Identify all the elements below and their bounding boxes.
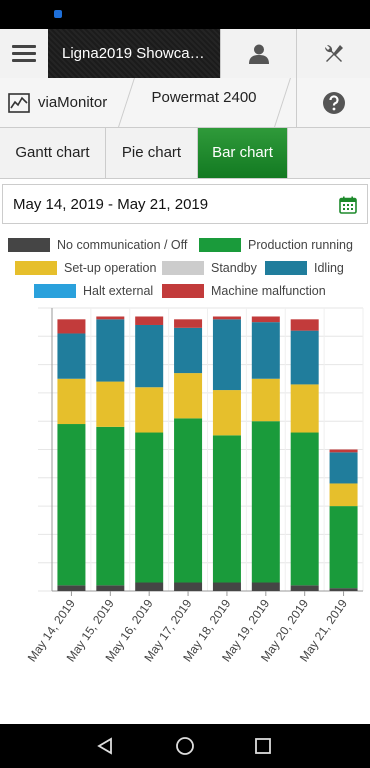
user-icon bbox=[249, 44, 269, 64]
legend-item[interactable]: Set-up operation bbox=[15, 261, 156, 275]
bar-segment bbox=[96, 426, 125, 586]
bar-segment bbox=[251, 322, 280, 379]
legend-swatch bbox=[162, 261, 204, 275]
legend-item[interactable]: Standby bbox=[162, 261, 257, 275]
bar-segment bbox=[212, 435, 241, 583]
legend-swatch bbox=[162, 284, 204, 298]
bar-segment bbox=[212, 319, 241, 391]
chart-tabs: Gantt chart Pie chart Bar chart bbox=[0, 128, 370, 179]
bar-segment bbox=[96, 585, 125, 591]
chart-legend: No communication / Off Production runnin… bbox=[0, 232, 370, 302]
bar-segment bbox=[135, 582, 164, 591]
bar-segment bbox=[212, 390, 241, 436]
bar-segment bbox=[174, 582, 203, 591]
bar-segment bbox=[135, 387, 164, 433]
bar-segment bbox=[290, 585, 319, 591]
legend-label: Standby bbox=[211, 261, 257, 275]
menu-button[interactable] bbox=[0, 29, 48, 78]
monitor-label: viaMonitor bbox=[38, 94, 108, 111]
legend-item[interactable]: Production running bbox=[199, 238, 353, 252]
home-circle-icon bbox=[176, 737, 194, 755]
legend-item[interactable]: No communication / Off bbox=[8, 238, 187, 252]
bar-segment bbox=[290, 330, 319, 385]
recents-square-icon bbox=[255, 738, 271, 754]
app-title: Ligna2019 Showca… bbox=[48, 29, 220, 78]
status-bar bbox=[0, 0, 370, 29]
bar-segment bbox=[174, 319, 203, 328]
help-button[interactable] bbox=[296, 78, 370, 127]
tab-bar-chart[interactable]: Bar chart bbox=[198, 128, 288, 178]
back-triangle-icon bbox=[97, 737, 112, 755]
hamburger-menu-icon bbox=[12, 44, 36, 63]
date-range-picker[interactable]: May 14, 2019 - May 21, 2019 bbox=[2, 184, 368, 224]
tab-pie-chart[interactable]: Pie chart bbox=[106, 128, 198, 178]
bar-segment bbox=[174, 327, 203, 374]
wrench-screwdriver-icon bbox=[324, 44, 343, 62]
help-icon bbox=[323, 91, 345, 114]
bar-segment bbox=[251, 582, 280, 591]
legend-swatch bbox=[199, 238, 241, 252]
bar-segment bbox=[329, 483, 358, 507]
home-button[interactable] bbox=[171, 732, 199, 760]
bar-segment bbox=[57, 319, 86, 334]
bar-segment bbox=[96, 381, 125, 427]
bar-chart: May 14, 2019May 15, 2019May 16, 2019May … bbox=[25, 307, 364, 664]
legend-label: Set-up operation bbox=[64, 261, 157, 275]
bar-segment bbox=[96, 316, 125, 320]
legend-item[interactable]: Halt external bbox=[34, 284, 153, 298]
legend-swatch bbox=[265, 261, 307, 275]
legend-item[interactable]: Idling bbox=[265, 261, 344, 275]
bar-segment bbox=[251, 421, 280, 583]
legend-swatch bbox=[15, 261, 57, 275]
bar-segment bbox=[96, 319, 125, 382]
date-range-value: May 14, 2019 - May 21, 2019 bbox=[13, 196, 209, 213]
recents-button[interactable] bbox=[249, 732, 277, 760]
legend-label: Halt external bbox=[83, 284, 154, 298]
bar-segment bbox=[290, 432, 319, 586]
legend-swatch bbox=[8, 238, 50, 252]
monitor-selector[interactable]: viaMonitor bbox=[0, 78, 120, 127]
bar-segment bbox=[290, 384, 319, 433]
bar-segment bbox=[135, 316, 164, 325]
bar-segment bbox=[251, 378, 280, 422]
bar-segment bbox=[329, 506, 358, 589]
tab-gantt-chart[interactable]: Gantt chart bbox=[0, 128, 106, 178]
bar-segment bbox=[57, 424, 86, 586]
legend-label: Production running bbox=[248, 238, 353, 252]
legend-swatch bbox=[34, 284, 76, 298]
system-nav-bar bbox=[0, 724, 370, 768]
bar-segment bbox=[57, 378, 86, 425]
legend-label: Idling bbox=[314, 261, 344, 275]
calendar-icon[interactable] bbox=[339, 196, 357, 214]
bar-segment bbox=[135, 432, 164, 583]
bar-segment bbox=[329, 452, 358, 484]
bar-segment bbox=[57, 333, 86, 379]
bar-segment bbox=[135, 324, 164, 388]
machine-bar: viaMonitor Powermat 2400 bbox=[0, 78, 370, 128]
chart-monitor-icon bbox=[8, 92, 30, 113]
bar-segment bbox=[174, 418, 203, 583]
bar-segment bbox=[174, 373, 203, 419]
legend-label: No communication / Off bbox=[57, 238, 188, 252]
app-header: Ligna2019 Showca… bbox=[0, 29, 370, 79]
tools-button[interactable] bbox=[296, 29, 370, 78]
bar-segment bbox=[329, 449, 358, 453]
legend-item[interactable]: Machine malfunction bbox=[162, 284, 326, 298]
notification-icon bbox=[54, 10, 62, 18]
machine-selector[interactable]: Powermat 2400 bbox=[120, 78, 288, 127]
bar-segment bbox=[212, 582, 241, 591]
bar-segment bbox=[290, 319, 319, 331]
bar-segment bbox=[251, 316, 280, 323]
back-button[interactable] bbox=[91, 732, 119, 760]
bar-segment bbox=[212, 316, 241, 320]
user-button[interactable] bbox=[220, 29, 297, 78]
legend-label: Machine malfunction bbox=[211, 284, 326, 298]
bar-segment bbox=[57, 585, 86, 591]
bar-segment bbox=[329, 588, 358, 591]
